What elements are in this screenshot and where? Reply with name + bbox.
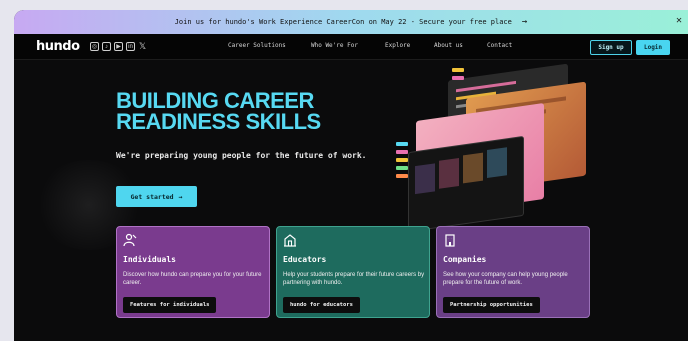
- login-button[interactable]: Login: [636, 40, 670, 55]
- linkedin-icon[interactable]: in: [126, 42, 135, 51]
- hero-subtext: We're preparing young people for the fut…: [116, 151, 367, 160]
- partnership-opportunities-button[interactable]: Partnership opportunities: [443, 297, 540, 313]
- headline-line-2: READINESS SKILLS: [116, 109, 321, 134]
- banner-text[interactable]: Join us for hundo's Work Experience Care…: [175, 18, 512, 26]
- instagram-icon[interactable]: ◎: [90, 42, 99, 51]
- card-title: Educators: [283, 255, 327, 264]
- arrow-right-icon: →: [178, 192, 183, 201]
- nav-explore[interactable]: Explore: [385, 42, 410, 49]
- tag-strip: [452, 68, 464, 72]
- youtube-icon[interactable]: ▶: [114, 42, 123, 51]
- get-started-label: Get started: [130, 192, 174, 201]
- hero-headline: BUILDING CAREER READINESS SKILLS: [116, 88, 366, 134]
- browser-page: Join us for hundo's Work Experience Care…: [14, 10, 688, 341]
- get-started-button[interactable]: Get started →: [116, 186, 197, 207]
- announcement-banner[interactable]: Join us for hundo's Work Experience Care…: [14, 10, 688, 34]
- app-screens-illustration: [396, 63, 596, 233]
- social-links: ◎ ♪ ▶ in 𝕏: [90, 42, 147, 51]
- person-icon: [123, 233, 137, 247]
- tag-strip: [396, 142, 408, 146]
- close-icon[interactable]: ✕: [676, 15, 682, 26]
- card-title: Companies: [443, 255, 487, 264]
- school-icon: [284, 234, 296, 247]
- hundo-logo[interactable]: hundo: [36, 39, 80, 54]
- card-description: See how your company can help young peop…: [443, 272, 568, 286]
- tag-strip: [396, 174, 408, 178]
- card-title: Individuals: [123, 255, 176, 264]
- screen-front: [408, 135, 524, 233]
- hundo-for-educators-button[interactable]: hundo for educators: [283, 297, 360, 313]
- tag-strip: [396, 158, 408, 162]
- headline-line-1: BUILDING CAREER: [116, 88, 314, 113]
- tag-strip: [452, 76, 464, 80]
- features-for-individuals-button[interactable]: Features for individuals: [123, 297, 217, 313]
- nav-career-solutions[interactable]: Career Solutions: [228, 42, 286, 49]
- building-icon: [445, 234, 455, 247]
- card-description: Help your students prepare for their fut…: [283, 272, 425, 286]
- signup-button[interactable]: Sign up: [590, 40, 632, 55]
- nav-about-us[interactable]: About us: [434, 42, 463, 49]
- tag-strip: [396, 150, 408, 154]
- x-icon[interactable]: 𝕏: [138, 42, 147, 51]
- card-description: Discover how hundo can prepare you for y…: [123, 272, 262, 286]
- card-individuals[interactable]: Individuals Discover how hundo can prepa…: [116, 226, 270, 318]
- nav-contact[interactable]: Contact: [487, 42, 512, 49]
- tag-strip: [396, 166, 408, 170]
- arrow-right-icon[interactable]: →: [522, 17, 527, 27]
- tiktok-icon[interactable]: ♪: [102, 42, 111, 51]
- top-navigation: hundo ◎ ♪ ▶ in 𝕏 Career Solutions Who We…: [14, 34, 688, 60]
- nav-who-were-for[interactable]: Who We're For: [311, 42, 358, 49]
- card-companies[interactable]: Companies See how your company can help …: [436, 226, 590, 318]
- card-educators[interactable]: Educators Help your students prepare for…: [276, 226, 430, 318]
